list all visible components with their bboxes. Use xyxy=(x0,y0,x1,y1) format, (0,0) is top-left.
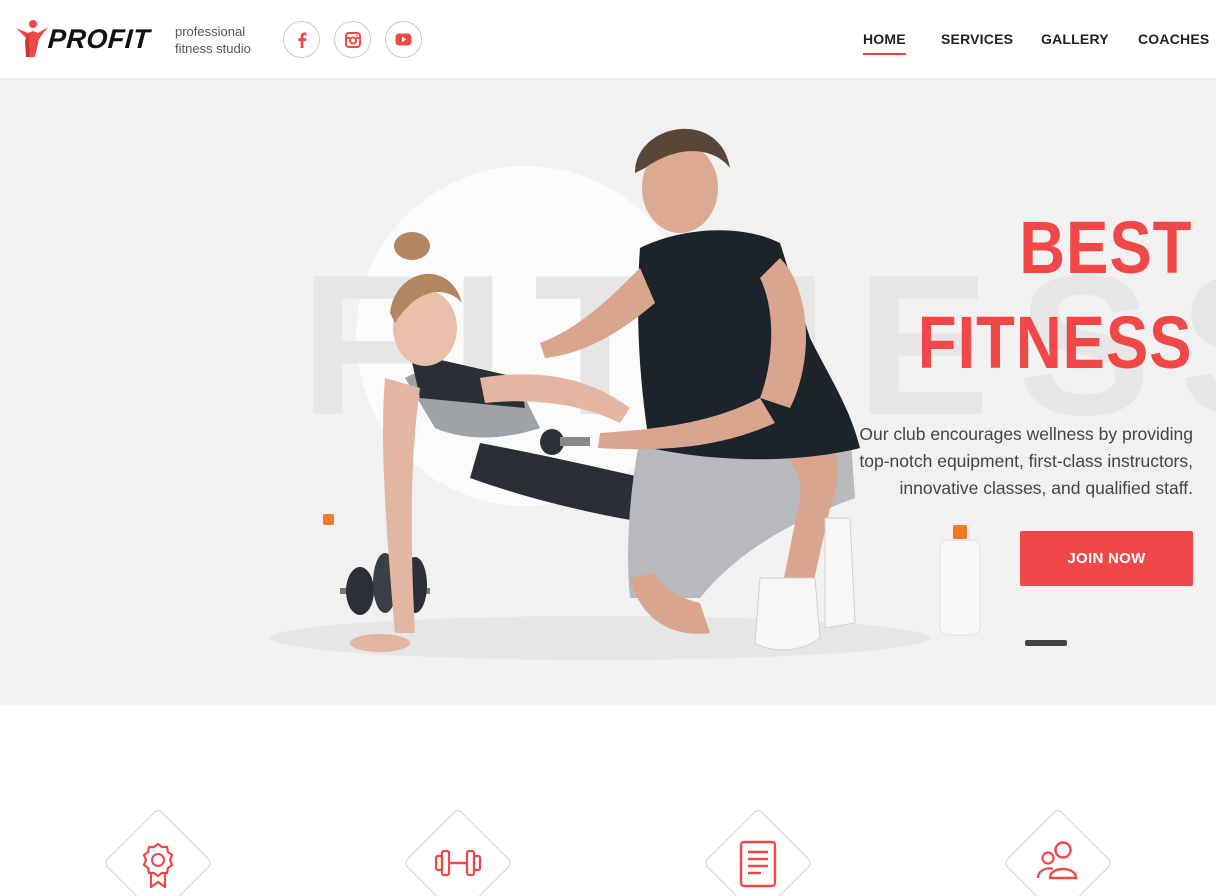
hero-description: Our club encourages wellness by providin… xyxy=(859,424,1193,498)
document-icon xyxy=(739,840,777,888)
runner-logo-icon xyxy=(16,20,48,57)
instagram-button[interactable] xyxy=(334,21,371,58)
youtube-icon xyxy=(395,33,412,46)
hero-title-line-2: FITNESS xyxy=(917,301,1192,384)
hero-photo-trainer-and-client xyxy=(270,128,1067,660)
tagline-line-2: fitness studio xyxy=(175,41,251,56)
tagline-line-1: professional xyxy=(175,24,246,39)
nav-gallery[interactable]: GALLERY xyxy=(1041,31,1109,47)
nav-home[interactable]: HOME xyxy=(863,31,906,55)
nav-services[interactable]: SERVICES xyxy=(941,31,1013,47)
brand-logo[interactable]: PROFIT xyxy=(14,18,152,60)
facebook-icon xyxy=(297,32,306,48)
join-now-button[interactable]: JOIN NOW xyxy=(1020,531,1193,586)
award-ribbon-icon xyxy=(142,842,174,888)
site-header: PROFIT professional fitness studio HOME … xyxy=(0,0,1216,78)
floor-dumbbell-icon xyxy=(340,553,430,615)
brand-name: PROFIT xyxy=(46,23,152,54)
feature-equipment[interactable] xyxy=(402,807,514,896)
youtube-button[interactable] xyxy=(385,21,422,58)
feature-staff[interactable] xyxy=(1002,807,1114,896)
nav-coaches[interactable]: COACHES xyxy=(1138,31,1209,47)
instagram-icon xyxy=(344,31,361,48)
users-icon xyxy=(1036,841,1078,880)
facebook-button[interactable] xyxy=(283,21,320,58)
brand-tagline: professional fitness studio xyxy=(175,23,251,57)
feature-award[interactable] xyxy=(102,807,214,896)
hero-section: FITNESS xyxy=(0,78,1216,705)
hero-title-line-1: BEST xyxy=(1018,206,1192,289)
dumbbell-icon xyxy=(434,849,482,877)
feature-classes[interactable] xyxy=(702,807,814,896)
